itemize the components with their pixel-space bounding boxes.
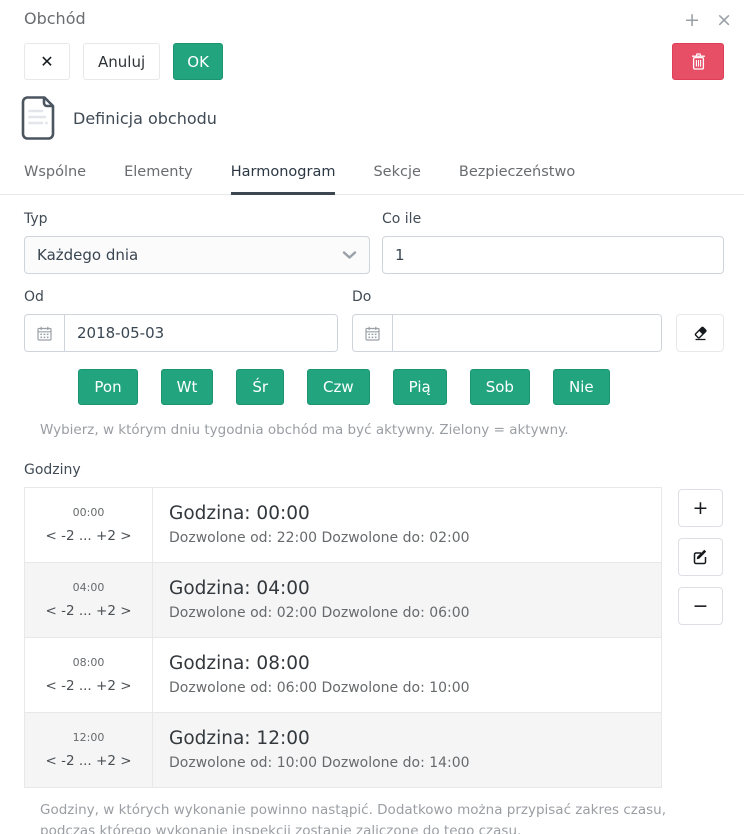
obchod-dialog: Obchód + × ✕ Anuluj OK <box>0 0 744 834</box>
form-title: Definicja obchodu <box>73 109 217 128</box>
hour-time: 12:00 <box>25 731 152 744</box>
hour-row[interactable]: 12:00 < -2 ... +2 > Godzina: 12:00 Dozwo… <box>25 712 662 787</box>
hour-allowed: Dozwolone od: 22:00 Dozwolone do: 02:00 <box>169 530 645 546</box>
plus-icon: + <box>693 497 709 519</box>
tab-elementy[interactable]: Elementy <box>124 164 193 195</box>
calendar-icon <box>25 315 65 351</box>
hour-title: Godzina: 04:00 <box>169 578 645 599</box>
hour-allowed: Dozwolone od: 06:00 Dozwolone do: 10:00 <box>169 680 645 696</box>
minus-icon: − <box>693 595 709 617</box>
cancel-button[interactable]: Anuluj <box>83 43 160 80</box>
ok-button[interactable]: OK <box>173 43 223 80</box>
window-plus-icon[interactable]: + <box>684 11 700 30</box>
toolbar: ✕ Anuluj OK <box>0 30 744 80</box>
chevron-down-icon <box>342 250 357 260</box>
weekday-help-text: Wybierz, w którym dniu tygodnia obchód m… <box>40 420 724 441</box>
document-icon <box>18 95 58 141</box>
hours-help-text: Godziny, w których wykonanie powinno nas… <box>40 800 724 834</box>
typ-select-value: Każdego dnia <box>37 246 138 264</box>
trash-icon <box>691 53 706 70</box>
tab-bar: Wspólne Elementy Harmonogram Sekcje Bezp… <box>0 142 744 195</box>
tab-bezpieczenstwo[interactable]: Bezpieczeństwo <box>459 164 575 195</box>
hour-range-control[interactable]: < -2 ... +2 > <box>25 528 152 544</box>
hour-row[interactable]: 08:00 < -2 ... +2 > Godzina: 08:00 Dozwo… <box>25 637 662 712</box>
do-date-input[interactable] <box>393 315 661 351</box>
hour-time: 00:00 <box>25 506 152 519</box>
day-button-sob[interactable]: Sob <box>470 369 530 405</box>
hour-time: 04:00 <box>25 581 152 594</box>
day-button-wt[interactable]: Wt <box>161 369 214 405</box>
calendar-icon <box>353 315 393 351</box>
co-ile-input[interactable] <box>382 236 724 274</box>
typ-select[interactable]: Każdego dnia <box>24 236 370 274</box>
window-title: Obchód <box>24 9 86 28</box>
hours-actions: + − <box>678 487 723 636</box>
hour-range-control[interactable]: < -2 ... +2 > <box>25 678 152 694</box>
add-hour-button[interactable]: + <box>678 489 723 527</box>
tab-harmonogram[interactable]: Harmonogram <box>231 164 336 195</box>
co-ile-label: Co ile <box>382 211 724 227</box>
hour-title: Godzina: 12:00 <box>169 728 645 749</box>
hour-row[interactable]: 04:00 < -2 ... +2 > Godzina: 04:00 Dozwo… <box>25 562 662 637</box>
tab-wspolne[interactable]: Wspólne <box>24 164 86 195</box>
hour-allowed: Dozwolone od: 10:00 Dozwolone do: 14:00 <box>169 755 645 771</box>
eraser-icon <box>692 325 709 342</box>
day-button-nie[interactable]: Nie <box>553 369 610 405</box>
hours-table: 00:00 < -2 ... +2 > Godzina: 00:00 Dozwo… <box>24 487 662 788</box>
od-date-input[interactable] <box>65 315 337 351</box>
od-label: Od <box>24 289 338 305</box>
title-bar: Obchód + × <box>0 0 744 30</box>
day-button-pia[interactable]: Pią <box>393 369 447 405</box>
window-close-icon[interactable]: × <box>716 11 732 30</box>
do-label: Do <box>352 289 662 305</box>
clear-date-button[interactable] <box>676 314 724 352</box>
hour-range-control[interactable]: < -2 ... +2 > <box>25 753 152 769</box>
close-x-icon: ✕ <box>40 52 53 71</box>
weekday-buttons: Pon Wt Śr Czw Pią Sob Nie <box>24 369 724 405</box>
hour-allowed: Dozwolone od: 02:00 Dozwolone do: 06:00 <box>169 605 645 621</box>
day-button-czw[interactable]: Czw <box>307 369 370 405</box>
od-date-field <box>24 314 338 352</box>
hour-row[interactable]: 00:00 < -2 ... +2 > Godzina: 00:00 Dozwo… <box>25 487 662 562</box>
close-button[interactable]: ✕ <box>24 43 70 80</box>
hour-time: 08:00 <box>25 656 152 669</box>
remove-hour-button[interactable]: − <box>678 587 723 625</box>
do-date-field <box>352 314 662 352</box>
hour-title: Godzina: 08:00 <box>169 653 645 674</box>
hours-label: Godziny <box>24 462 724 478</box>
edit-hour-button[interactable] <box>678 538 723 576</box>
hour-title: Godzina: 00:00 <box>169 503 645 524</box>
edit-icon <box>692 548 709 565</box>
day-button-sr[interactable]: Śr <box>236 369 284 405</box>
delete-button[interactable] <box>672 43 724 80</box>
hour-range-control[interactable]: < -2 ... +2 > <box>25 603 152 619</box>
form-header: Definicja obchodu <box>0 80 744 142</box>
day-button-pon[interactable]: Pon <box>78 369 137 405</box>
tab-sekcje[interactable]: Sekcje <box>373 164 420 195</box>
typ-label: Typ <box>24 211 370 227</box>
harmonogram-panel: Typ Każdego dnia Co ile Od <box>0 195 744 834</box>
